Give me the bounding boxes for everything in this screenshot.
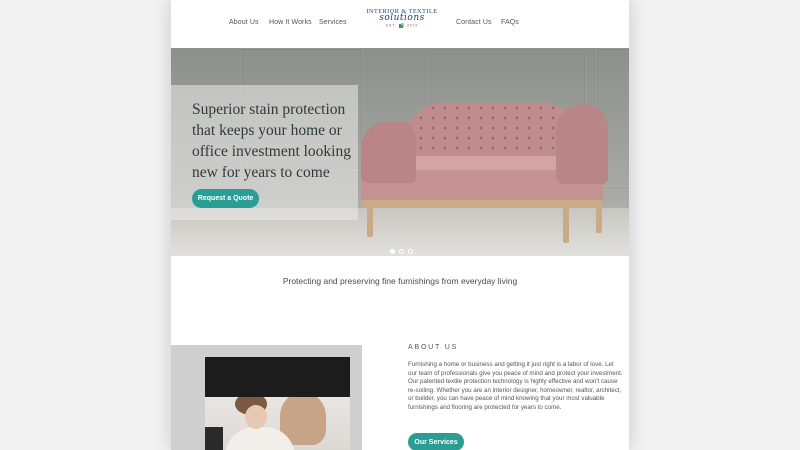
slider-dot-2[interactable] [399,249,404,254]
about-image [171,345,362,450]
nav-faqs[interactable]: FAQs [501,19,519,26]
hero-slider: Superior stain protection that keeps you… [171,48,629,256]
site-header: About Us How It Works Services INTERIOR … [171,0,629,48]
logo-est-label: EST. [385,23,397,28]
hero-headline: Superior stain protection that keeps you… [192,101,351,181]
logo-established: EST. 2019 [364,23,440,28]
logo-script: solutions [379,13,425,23]
page: About Us How It Works Services INTERIOR … [171,0,629,450]
about-photo-frame-top [205,357,350,397]
site-logo[interactable]: INTERIOR & TEXTILE solutions EST. 2019 [364,8,440,40]
nav-about-us[interactable]: About Us [229,19,259,26]
nav-how-it-works[interactable]: How It Works [269,19,312,26]
our-services-button[interactable]: Our Services [408,433,464,450]
request-quote-button[interactable]: Request a Quote [192,189,259,208]
slider-dot-1[interactable] [390,249,395,254]
nav-services[interactable]: Services [319,19,347,26]
about-body: Furnishing a home or business and gettin… [408,361,623,411]
nav-contact-us[interactable]: Contact Us [456,19,492,26]
slider-dot-3[interactable] [408,249,413,254]
logo-swatch-icon [399,23,405,28]
about-heading: ABOUT US [408,344,459,351]
slider-dots [390,249,413,254]
about-photo [205,397,350,450]
tagline: Protecting and preserving fine furnishin… [282,276,518,286]
logo-year: 2019 [407,23,419,28]
